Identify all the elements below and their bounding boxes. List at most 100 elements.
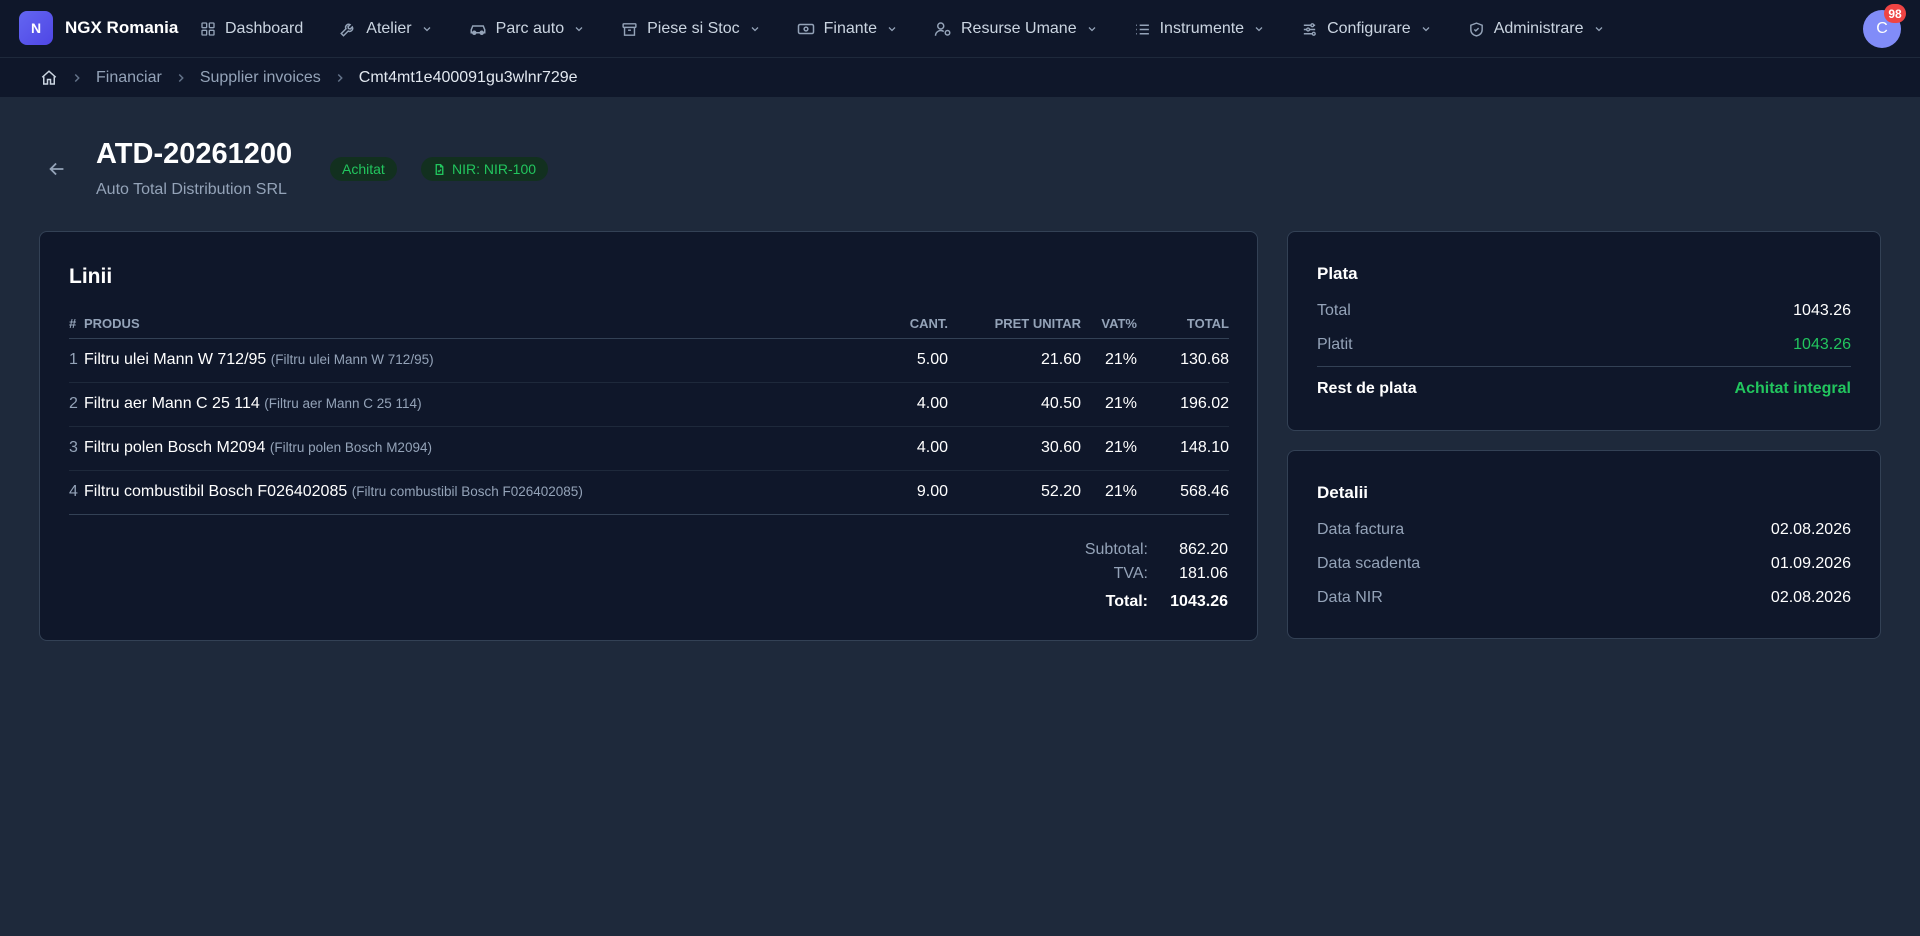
- subtotal-value: 862.20: [1179, 541, 1228, 558]
- nir-link-badge[interactable]: NIR: NIR-100: [421, 157, 549, 181]
- table-row: 3 Filtru polen Bosch M2094 (Filtru polen…: [69, 426, 1229, 471]
- chevron-down-icon: [1255, 27, 1263, 32]
- payment-paid-value: 1043.26: [1793, 336, 1851, 353]
- row-total: 148.10: [1137, 426, 1229, 471]
- product-name: Filtru ulei Mann W 712/95: [84, 351, 267, 368]
- nav-piese-stoc[interactable]: Piese si Stoc: [621, 20, 760, 38]
- payment-total-value: 1043.26: [1793, 302, 1851, 319]
- nav-parc-auto-label: Parc auto: [495, 20, 565, 37]
- row-index: 3: [69, 426, 84, 471]
- payment-remaining-label: Rest de plata: [1317, 380, 1417, 397]
- breadcrumb-current: Cmt4mt1e400091gu3wlnr729e: [358, 68, 578, 86]
- table-row: 4 Filtru combustibil Bosch F026402085 (F…: [69, 470, 1229, 515]
- chevron-down-icon: [1595, 27, 1602, 32]
- nir-date-label: Data NIR: [1317, 589, 1383, 606]
- nav-dashboard[interactable]: Dashboard: [200, 20, 303, 38]
- subtotal-row: Subtotal: 862.20: [988, 538, 1228, 562]
- col-total: TOTAL: [1137, 310, 1229, 339]
- payment-remaining-row: Rest de plata Achitat integral: [1317, 380, 1851, 398]
- chevron-down-icon: [575, 27, 583, 32]
- due-date-row: Data scadenta 01.09.2026: [1317, 555, 1851, 573]
- lines-table: # PRODUS CANT. PRET UNITAR VAT% TOTAL 1 …: [69, 310, 1229, 515]
- chevron-down-icon: [423, 27, 431, 32]
- chevron-down-icon: [1422, 27, 1430, 32]
- totals-summary: Subtotal: 862.20 TVA: 181.06 Total: 1043…: [988, 538, 1228, 614]
- nav-administrare-label: Administrare: [1493, 20, 1584, 37]
- supplier-name: Auto Total Distribution SRL: [96, 181, 287, 198]
- nav-instrumente[interactable]: Instrumente: [1134, 20, 1265, 38]
- nir-date-row: Data NIR 02.08.2026: [1317, 589, 1851, 607]
- lines-card: Linii # PRODUS CANT. PRET UNITAR VAT% TO…: [39, 231, 1258, 641]
- banknote-icon: [797, 23, 814, 35]
- app-logo[interactable]: N: [19, 11, 53, 45]
- payment-paid-row: Platit 1043.26: [1317, 336, 1851, 354]
- row-qty: 9.00: [858, 470, 948, 515]
- payment-remaining-value: Achitat integral: [1734, 380, 1851, 397]
- nav-atelier-label: Atelier: [366, 20, 412, 37]
- row-index: 2: [69, 382, 84, 427]
- payment-paid-label: Platit: [1317, 336, 1353, 353]
- lines-title: Linii: [69, 265, 113, 288]
- status-badge: Achitat: [330, 157, 397, 181]
- breadcrumb-financiar[interactable]: Financiar: [96, 69, 162, 87]
- nav-finante-label: Finante: [823, 20, 877, 37]
- row-total: 568.46: [1137, 470, 1229, 515]
- product-ref: (Filtru aer Mann C 25 114): [264, 396, 422, 411]
- nav-finante[interactable]: Finante: [797, 20, 898, 38]
- nir-date-value: 02.08.2026: [1770, 589, 1851, 606]
- payment-card: Plata Total 1043.26 Platit 1043.26 Rest …: [1287, 231, 1881, 431]
- col-index: #: [69, 310, 84, 339]
- back-arrow-icon[interactable]: [46, 158, 68, 180]
- breadcrumb-supplier-invoices[interactable]: Supplier invoices: [200, 69, 321, 87]
- table-header-row: # PRODUS CANT. PRET UNITAR VAT% TOTAL: [69, 310, 1229, 339]
- table-row: 2 Filtru aer Mann C 25 114 (Filtru aer M…: [69, 382, 1229, 427]
- nav-atelier[interactable]: Atelier: [339, 20, 432, 38]
- invoice-date-label: Data factura: [1317, 521, 1405, 538]
- row-qty: 5.00: [858, 338, 948, 383]
- file-icon: [435, 163, 444, 175]
- vat-label: TVA:: [1113, 565, 1148, 582]
- nav-parc-auto[interactable]: Parc auto: [469, 20, 585, 38]
- page-title: ATD-20261200: [96, 138, 293, 170]
- sliders-icon: [1303, 22, 1316, 36]
- breadcrumb: Financiar Supplier invoices Cmt4mt1e4000…: [0, 58, 1920, 98]
- payment-total-row: Total 1043.26: [1317, 302, 1851, 320]
- brand-name[interactable]: NGX Romania: [65, 18, 178, 38]
- wrench-icon: [340, 23, 354, 37]
- row-total: 196.02: [1137, 382, 1229, 427]
- row-vat: 21%: [1081, 338, 1137, 383]
- grand-total-row: Total: 1043.26: [988, 590, 1228, 614]
- payment-total-label: Total: [1317, 302, 1351, 319]
- row-vat: 21%: [1081, 470, 1137, 515]
- main-menu: Dashboard Atelier Parc auto Piese si Sto…: [200, 0, 1641, 58]
- details-title: Detalii: [1317, 483, 1369, 502]
- nav-administrare[interactable]: Administrare: [1468, 20, 1605, 38]
- row-product: Filtru combustibil Bosch F026402085 (Fil…: [84, 470, 858, 515]
- top-navbar: N NGX Romania Dashboard Atelier Parc aut…: [0, 0, 1920, 58]
- product-ref: (Filtru ulei Mann W 712/95): [270, 352, 434, 367]
- grand-total-value: 1043.26: [1170, 593, 1228, 610]
- invoice-date-row: Data factura 02.08.2026: [1317, 521, 1851, 539]
- product-name: Filtru combustibil Bosch F026402085: [84, 483, 348, 500]
- table-row: 1 Filtru ulei Mann W 712/95 (Filtru ulei…: [69, 338, 1229, 383]
- product-name: Filtru polen Bosch M2094: [84, 439, 266, 456]
- nav-resurse-umane[interactable]: Resurse Umane: [934, 20, 1098, 38]
- nav-configurare[interactable]: Configurare: [1301, 20, 1432, 38]
- payment-title: Plata: [1317, 264, 1358, 283]
- home-icon[interactable]: [40, 69, 58, 87]
- row-qty: 4.00: [858, 382, 948, 427]
- nir-label: NIR: NIR-100: [452, 161, 537, 177]
- col-product: PRODUS: [84, 310, 858, 339]
- row-product: Filtru ulei Mann W 712/95 (Filtru ulei M…: [84, 338, 858, 383]
- nav-configurare-label: Configurare: [1327, 20, 1411, 37]
- row-unit-price: 52.20: [948, 470, 1081, 515]
- row-product: Filtru polen Bosch M2094 (Filtru polen B…: [84, 426, 858, 471]
- chevron-right-icon: [333, 71, 347, 85]
- notification-badge[interactable]: 98: [1884, 4, 1906, 23]
- due-date-value: 01.09.2026: [1770, 555, 1851, 572]
- row-unit-price: 21.60: [948, 338, 1081, 383]
- archive-icon: [622, 22, 637, 36]
- row-index: 4: [69, 470, 84, 515]
- user-gear-icon: [934, 22, 951, 36]
- product-ref: (Filtru polen Bosch M2094): [269, 440, 432, 455]
